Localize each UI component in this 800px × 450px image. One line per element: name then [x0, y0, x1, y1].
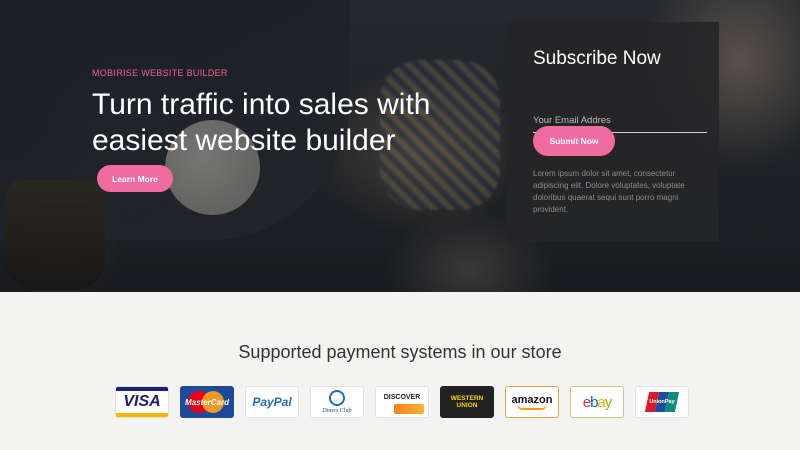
unionpay-logo-text: UnionPay — [649, 399, 675, 405]
diners-club-logo: Diners Club — [310, 386, 364, 418]
hero-headline: Turn traffic into sales with easiest web… — [92, 88, 431, 157]
ebay-letter-a: a — [597, 393, 605, 411]
visa-logo-text: VISA — [123, 393, 161, 410]
mastercard-logo: MasterCard — [180, 386, 234, 418]
paypal-logo: PayPal — [245, 386, 299, 418]
ebay-letter-b: b — [590, 393, 598, 411]
ebay-letter-y: y — [604, 393, 612, 411]
unionpay-logo: UnionPay — [635, 386, 689, 418]
western-union-logo-text-2: UNION — [456, 402, 478, 409]
hero-section: MOBIRISE WEBSITE BUILDER Turn traffic in… — [0, 0, 800, 292]
visa-logo: VISA — [115, 386, 169, 418]
subscribe-title: Subscribe Now — [533, 48, 661, 69]
subscribe-description: Lorem ipsum dolor sit amet, consectetur … — [533, 169, 685, 214]
amazon-smile-icon — [517, 404, 547, 410]
ebay-letter-e: e — [582, 393, 591, 411]
paypal-logo-text: PayPal — [252, 395, 292, 409]
hero-eyebrow: MOBIRISE WEBSITE BUILDER — [92, 68, 228, 78]
diners-club-logo-text: Diners Club — [322, 408, 352, 414]
western-union-logo-text-1: WESTERN — [450, 395, 484, 402]
amazon-logo: amazon — [505, 386, 559, 418]
discover-logo: DISCOVER — [375, 386, 429, 418]
payment-logos: VISA MasterCard PayPal Diners Club DISCO… — [115, 386, 689, 418]
submit-now-button[interactable]: Submit Now — [533, 126, 615, 156]
payments-title: Supported payment systems in our store — [238, 342, 562, 362]
diners-club-icon — [329, 390, 345, 406]
learn-more-button[interactable]: Learn More — [97, 165, 173, 192]
payments-section: Supported payment systems in our store V… — [0, 292, 800, 450]
discover-logo-text: DISCOVER — [383, 393, 421, 401]
subscribe-panel: Subscribe Now Submit Now Lorem ipsum dol… — [507, 22, 719, 242]
mastercard-logo-text: MasterCard — [184, 397, 229, 407]
ebay-logo: ebay — [570, 386, 624, 418]
western-union-logo: WESTERN UNION — [440, 386, 494, 418]
